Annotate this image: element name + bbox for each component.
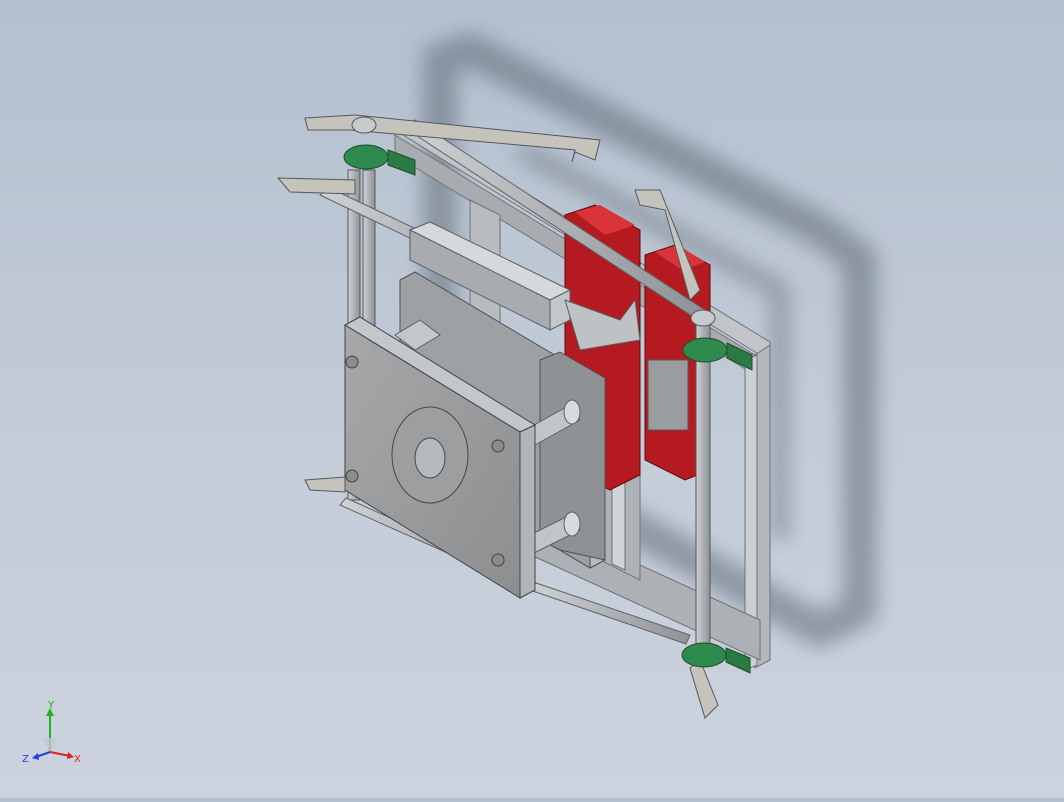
- z-axis-label: Z: [22, 754, 29, 765]
- y-axis-label: Y: [47, 700, 55, 711]
- model-svg: [276, 31, 877, 719]
- triad-cone: [42, 738, 58, 752]
- x-axis-line: [49, 751, 71, 757]
- cad-viewport[interactable]: Y X Z: [0, 0, 1064, 798]
- x-axis-arrow: [67, 752, 74, 759]
- z-axis-arrow: [32, 753, 39, 760]
- x-axis-label: X: [74, 754, 81, 765]
- triad-svg: Y X Z: [22, 700, 81, 765]
- orientation-triad[interactable]: Y X Z: [18, 700, 90, 772]
